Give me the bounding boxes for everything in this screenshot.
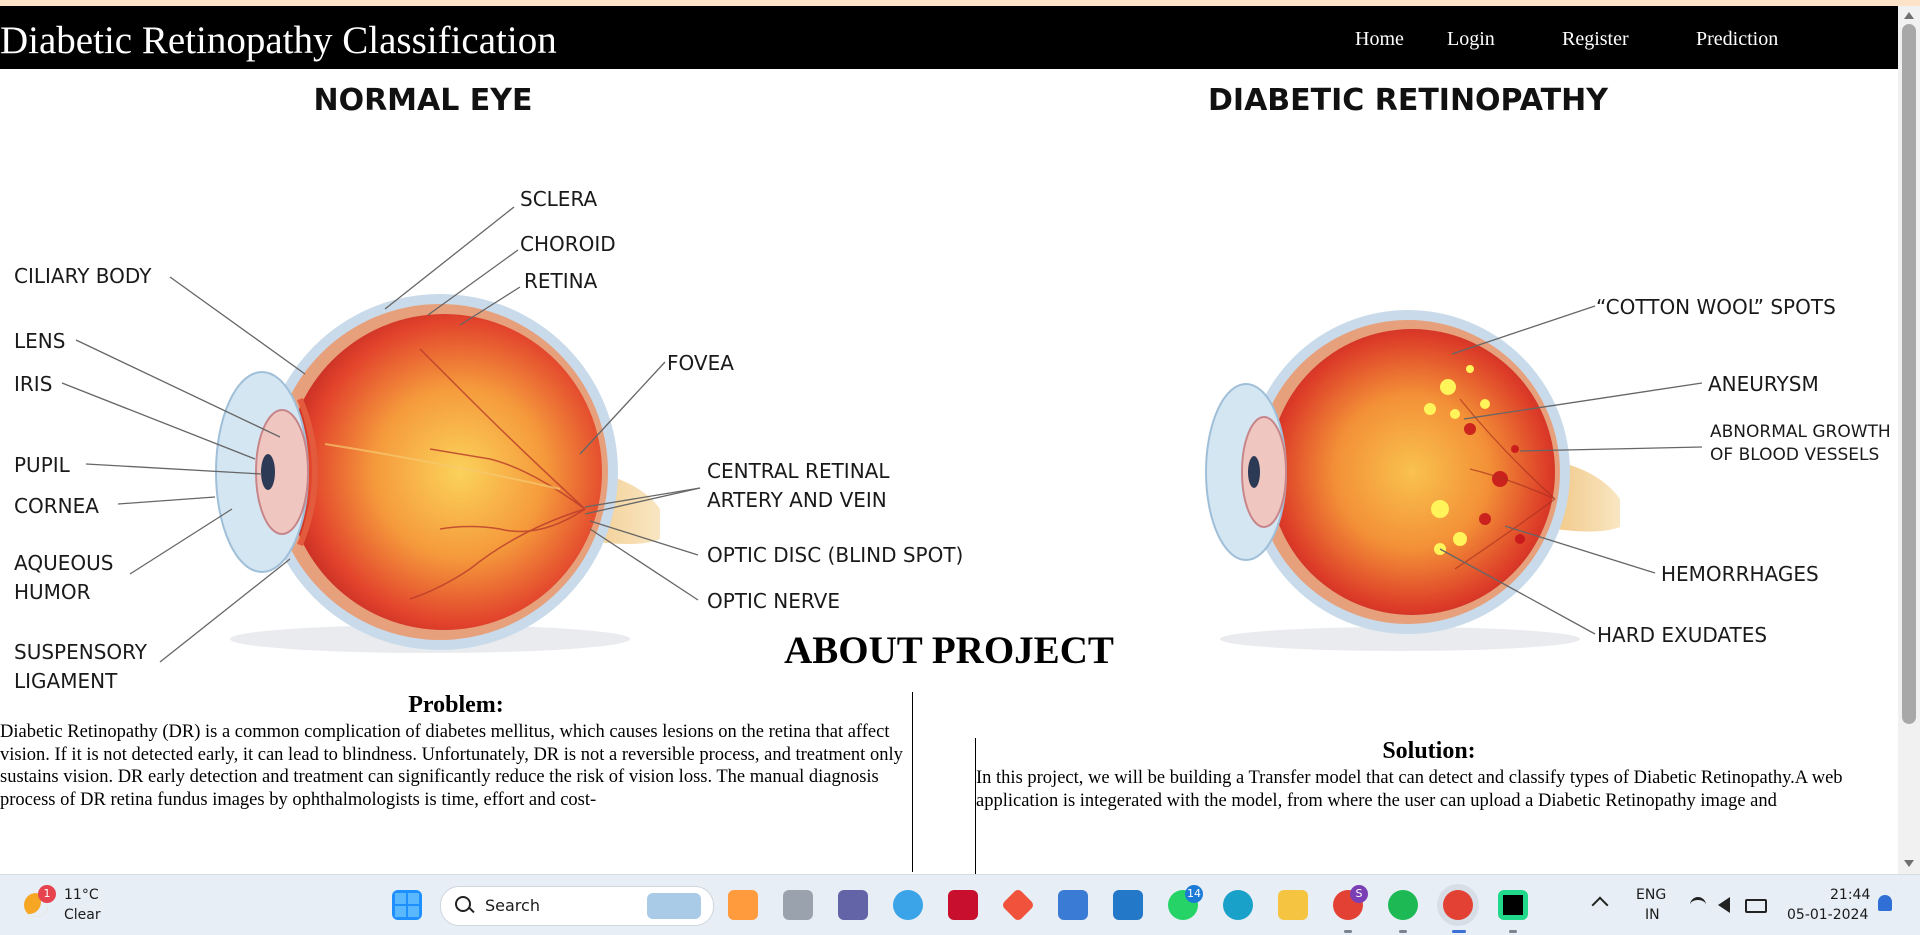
navbar: Diabetic Retinopathy Classification Home… bbox=[0, 6, 1898, 69]
language-code[interactable]: ENG bbox=[1636, 887, 1666, 903]
pycharm-running-indicator bbox=[1509, 930, 1517, 933]
label-lens: LENS bbox=[14, 329, 65, 353]
taskbar-search-box[interactable]: Search bbox=[440, 886, 714, 926]
task-view-icon[interactable] bbox=[783, 890, 813, 920]
label-cotton-wool-spots: “COTTON WOOL” SPOTS bbox=[1596, 295, 1836, 319]
edge-icon[interactable] bbox=[1223, 890, 1253, 920]
chrome-active-indicator bbox=[1452, 930, 1466, 933]
clock-time[interactable]: 21:44 bbox=[1830, 887, 1870, 903]
teams-icon[interactable] bbox=[838, 890, 868, 920]
label-cornea: CORNEA bbox=[14, 494, 99, 518]
search-label: Search bbox=[485, 896, 540, 915]
label-aqueous-1: AQUEOUS bbox=[14, 551, 113, 575]
microsoft-store-icon[interactable] bbox=[1058, 890, 1088, 920]
normal-eye-illustration bbox=[215, 294, 660, 653]
mcafee-icon[interactable] bbox=[948, 890, 978, 920]
problem-text-clip: Diabetic Retinopathy (DR) is a common co… bbox=[0, 721, 912, 874]
site-title: Diabetic Retinopathy Classification bbox=[0, 19, 557, 62]
spotify-icon[interactable] bbox=[1388, 890, 1418, 920]
nav-link-home[interactable]: Home bbox=[1355, 28, 1404, 51]
copilot-icon[interactable] bbox=[728, 890, 758, 920]
normal-eye-title: NORMAL EYE bbox=[313, 83, 532, 118]
scroll-up-arrow-icon[interactable] bbox=[1904, 12, 1914, 19]
file-explorer-icon[interactable] bbox=[1278, 890, 1308, 920]
label-abnormal-growth-2: OF BLOOD VESSELS bbox=[1710, 445, 1879, 465]
notification-bell-icon[interactable] bbox=[1878, 895, 1892, 911]
nav-link-prediction[interactable]: Prediction bbox=[1696, 28, 1778, 51]
nav-link-login[interactable]: Login bbox=[1447, 28, 1495, 51]
label-hemorrhages: HEMORRHAGES bbox=[1661, 562, 1819, 586]
chrome-running-indicator bbox=[1344, 930, 1352, 933]
search-icon bbox=[455, 896, 471, 912]
windows-taskbar: 1 11°C Clear Search 14 S ENG IN 21:44 05… bbox=[0, 874, 1920, 935]
column-divider-left bbox=[912, 692, 913, 872]
label-iris: IRIS bbox=[14, 372, 52, 396]
label-optic-nerve: OPTIC NERVE bbox=[707, 589, 840, 613]
volume-icon[interactable] bbox=[1718, 897, 1730, 913]
battery-icon[interactable] bbox=[1745, 899, 1767, 913]
label-abnormal-growth-1: ABNORMAL GROWTH bbox=[1710, 422, 1891, 442]
vscode-icon[interactable] bbox=[1113, 890, 1143, 920]
solution-heading: Solution: bbox=[1382, 738, 1476, 764]
pycharm-icon[interactable] bbox=[1498, 890, 1528, 920]
label-central-retinal-2: ARTERY AND VEIN bbox=[707, 488, 887, 512]
weather-condition: Clear bbox=[64, 907, 101, 923]
chrome-profile-badge: S bbox=[1350, 885, 1368, 903]
solution-text-clip: In this project, we will be building a T… bbox=[976, 767, 1882, 874]
label-aqueous-2: HUMOR bbox=[14, 580, 91, 604]
clock-date[interactable]: 05-01-2024 bbox=[1787, 907, 1868, 923]
label-ciliary-body: CILIARY BODY bbox=[14, 264, 152, 288]
label-aneurysm: ANEURYSM bbox=[1708, 372, 1819, 396]
problem-heading: Problem: bbox=[408, 692, 504, 718]
label-pupil: PUPIL bbox=[14, 453, 71, 477]
label-fovea: FOVEA bbox=[667, 351, 734, 375]
scroll-down-arrow-icon[interactable] bbox=[1904, 860, 1914, 867]
whatsapp-badge: 14 bbox=[1185, 885, 1203, 903]
eye-anatomy-diagram: NORMAL EYE DIABETIC RETINOPATHY SCLERA C… bbox=[14, 83, 1891, 693]
weather-app-icon[interactable] bbox=[893, 890, 923, 920]
label-retina: RETINA bbox=[524, 269, 598, 293]
weather-temp: 11°C bbox=[64, 887, 99, 903]
wifi-icon[interactable] bbox=[1690, 897, 1706, 916]
anydesk-icon[interactable] bbox=[1001, 888, 1035, 922]
diabetic-retinopathy-title: DIABETIC RETINOPATHY bbox=[1208, 83, 1609, 118]
label-sclera: SCLERA bbox=[520, 187, 598, 211]
problem-text: Diabetic Retinopathy (DR) is a common co… bbox=[0, 722, 903, 810]
spotify-running-indicator bbox=[1399, 930, 1407, 933]
windows-start-icon[interactable] bbox=[392, 890, 422, 920]
nav-link-register[interactable]: Register bbox=[1562, 28, 1629, 51]
chrome-active-icon[interactable] bbox=[1443, 890, 1473, 920]
label-choroid: CHOROID bbox=[520, 232, 616, 256]
about-project-heading: ABOUT PROJECT bbox=[784, 629, 1114, 672]
diabetic-retinopathy-illustration bbox=[1205, 310, 1620, 651]
label-optic-disc: OPTIC DISC (BLIND SPOT) bbox=[707, 543, 963, 567]
weather-badge: 1 bbox=[38, 885, 56, 903]
search-icon-handle bbox=[468, 906, 475, 914]
solution-text: In this project, we will be building a T… bbox=[976, 768, 1843, 811]
weather-widget[interactable]: 1 11°C Clear bbox=[20, 883, 110, 929]
scrollbar-thumb[interactable] bbox=[1902, 24, 1916, 724]
language-region[interactable]: IN bbox=[1645, 907, 1660, 923]
search-highlight-icon bbox=[647, 893, 701, 919]
show-hidden-icons-chevron-icon[interactable] bbox=[1591, 896, 1609, 914]
label-central-retinal-1: CENTRAL RETINAL bbox=[707, 459, 890, 483]
